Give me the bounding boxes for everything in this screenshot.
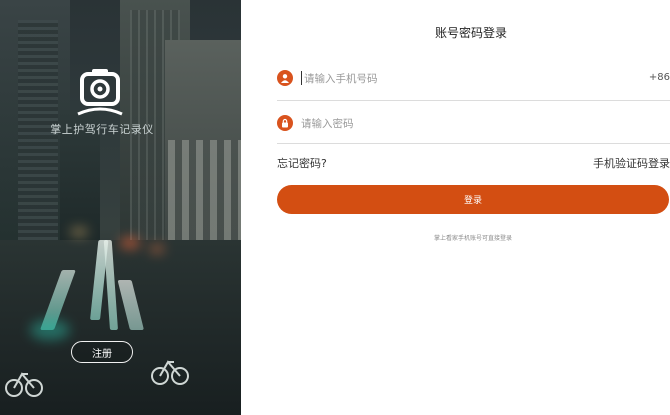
app-logo [72,66,128,118]
password-input[interactable] [301,115,601,133]
divider [277,100,670,101]
light-glow [70,228,88,236]
app-name: 掌上护驾行车记录仪 [50,123,154,136]
sms-login-link[interactable]: 手机验证码登录 [593,155,670,171]
bike-lane-icon [5,372,43,397]
divider [277,143,670,144]
country-code[interactable]: +86 [649,72,670,83]
lock-icon [277,115,293,131]
light-glow [30,320,70,340]
phone-input[interactable] [301,70,601,88]
password-field [277,108,670,144]
light-glow [120,238,140,248]
light-glow [150,245,164,253]
camera-car-icon [77,69,123,116]
user-icon [277,70,293,86]
bike-lane-icon [151,360,189,385]
phone-field: +86 [277,63,670,101]
forgot-password-link[interactable]: 忘记密码? [277,155,327,171]
hero-panel: 掌上护驾行车记录仪 注册 [0,0,241,415]
register-button[interactable]: 注册 [71,341,133,363]
page-title: 账号密码登录 [435,26,508,40]
login-button[interactable]: 登录 [277,185,669,214]
login-page: 掌上护驾行车记录仪 注册 账号密码登录 +86 忘记密码? 手机验证码登录 登录… [0,0,670,415]
login-hint: 掌上看家手机账号可直接登录 [433,235,512,242]
